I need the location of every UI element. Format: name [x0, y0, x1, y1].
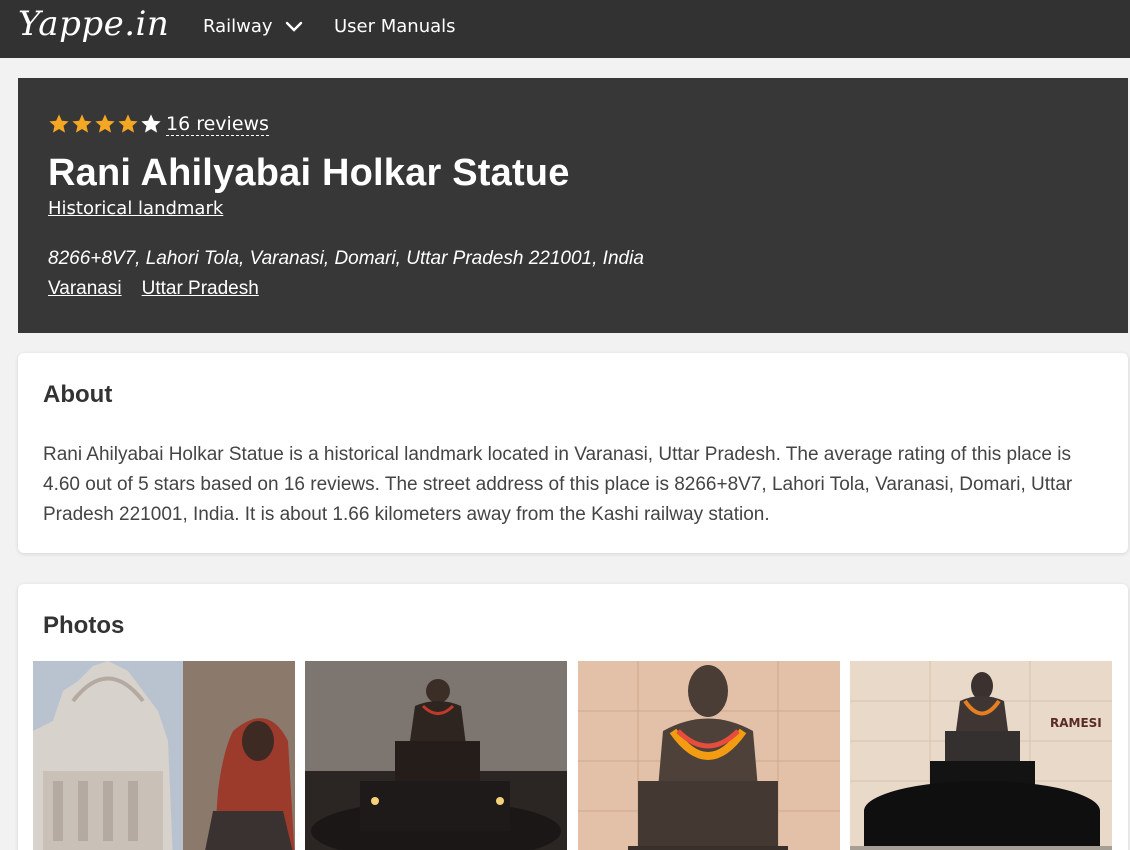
photo-statue-night: [305, 661, 567, 850]
star-filled-icon: [72, 114, 92, 133]
page-title: Rani Ahilyabai Holkar Statue: [48, 152, 570, 194]
photo-statue-pedestal: RAMESI: [850, 661, 1112, 850]
place-address: 8266+8V7, Lahori Tola, Varanasi, Domari,…: [48, 248, 644, 269]
about-heading: About: [43, 381, 113, 408]
photo-thumbnail[interactable]: [578, 661, 840, 850]
chevron-down-icon: [285, 21, 302, 32]
photo-thumbnail[interactable]: RAMESI: [850, 661, 1112, 850]
rating-stars: [48, 113, 163, 135]
photo-wall-text: RAMESI: [1050, 716, 1102, 730]
photo-thumbnail[interactable]: [33, 661, 295, 850]
location-links: Varanasi Uttar Pradesh: [48, 278, 259, 300]
about-card: About Rani Ahilyabai Holkar Statue is a …: [18, 353, 1128, 553]
about-text: Rani Ahilyabai Holkar Statue is a histor…: [43, 444, 1073, 525]
star-empty-icon: [141, 114, 161, 133]
star-filled-icon: [95, 114, 115, 133]
star-filled-icon: [49, 114, 69, 133]
photo-thumbnail[interactable]: [305, 661, 567, 850]
category-link[interactable]: Historical landmark: [48, 198, 223, 219]
nav-railway-dropdown[interactable]: Railway: [203, 16, 303, 37]
photo-temple-statue: [33, 661, 295, 850]
site-logo[interactable]: Yappe.in: [18, 4, 169, 44]
nav-user-manuals-link[interactable]: User Manuals: [334, 16, 456, 37]
star-filled-icon: [118, 114, 138, 133]
state-link[interactable]: Uttar Pradesh: [142, 278, 259, 300]
place-hero: 16 reviews Rani Ahilyabai Holkar Statue …: [18, 78, 1128, 333]
nav-railway-label: Railway: [203, 16, 273, 37]
photo-statue-garlands: [578, 661, 840, 850]
reviews-link[interactable]: 16 reviews: [166, 113, 269, 136]
top-navbar: Yappe.in Railway User Manuals: [0, 0, 1130, 58]
photos-card: Photos RAMESI: [18, 584, 1128, 850]
city-link[interactable]: Varanasi: [48, 278, 122, 300]
photos-heading: Photos: [43, 612, 125, 639]
